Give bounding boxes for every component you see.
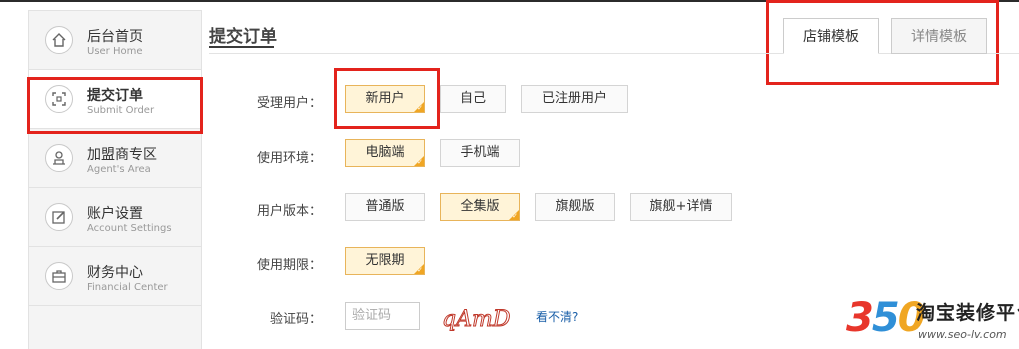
refresh-captcha-link[interactable]: 看不清? — [536, 308, 578, 325]
sidebar-item-sublabel: User Home — [87, 46, 143, 57]
option-full[interactable]: 全集版 ✓ — [440, 193, 520, 221]
captcha-input[interactable]: 验证码 — [345, 302, 420, 330]
sidebar-item-label: 财务中心 — [87, 265, 143, 281]
page-title: 提交订单 — [209, 27, 277, 47]
user-label: 受理用户： — [256, 96, 322, 111]
watermark-number: 350 — [846, 295, 926, 341]
check-icon: ✓ — [417, 158, 423, 166]
option-unlimited[interactable]: 无限期 ✓ — [345, 247, 425, 275]
sidebar-item-sublabel: Financial Center — [87, 282, 168, 293]
check-icon: ✓ — [417, 104, 423, 112]
option-flagship[interactable]: 旗舰版 — [535, 193, 615, 221]
watermark-url: www.seo-lv.com — [918, 328, 1007, 341]
period-label: 使用期限： — [256, 258, 322, 273]
captcha-text: qAmD — [442, 307, 511, 332]
sidebar-item-label: 后台首页 — [87, 29, 143, 45]
title-underline — [209, 46, 274, 48]
sidebar-item-label: 加盟商专区 — [87, 147, 157, 163]
tab-detail-template[interactable]: 详情模板 — [891, 18, 987, 54]
option-new-user[interactable]: 新用户 ✓ — [345, 85, 425, 113]
watermark-logo: 350 淘宝装修平台 www.seo-lv.com — [846, 290, 1019, 348]
option-mobile[interactable]: 手机端 — [440, 139, 520, 167]
sidebar: 后台首页 User Home 提交订单 Submit Order 加盟商专区 A… — [28, 10, 202, 349]
env-label: 使用环境： — [256, 151, 322, 166]
agent-icon — [45, 144, 73, 172]
option-flagship-detail[interactable]: 旗舰+详情 — [630, 193, 732, 221]
captcha-image[interactable]: qAmD — [440, 302, 518, 333]
sidebar-item-financial-center[interactable]: 财务中心 Financial Center — [29, 247, 201, 306]
tab-shop-template[interactable]: 店铺模板 — [783, 18, 879, 54]
check-icon: ✓ — [512, 212, 518, 220]
option-standard[interactable]: 普通版 — [345, 193, 425, 221]
watermark-brand: 淘宝装修平台 — [916, 302, 1019, 324]
sidebar-item-sublabel: Agent's Area — [87, 164, 151, 175]
option-self[interactable]: 自己 — [440, 85, 506, 113]
highlight-box-sidebar — [27, 77, 203, 134]
sidebar-item-account-settings[interactable]: 账户设置 Account Settings — [29, 188, 201, 247]
version-label: 用户版本： — [256, 204, 322, 219]
sidebar-item-label: 账户设置 — [87, 206, 143, 222]
sidebar-item-home[interactable]: 后台首页 User Home — [29, 11, 201, 70]
captcha-label: 验证码： — [269, 312, 322, 327]
option-pc[interactable]: 电脑端 ✓ — [345, 139, 425, 167]
option-registered-user[interactable]: 已注册用户 — [521, 85, 628, 113]
edit-icon — [45, 203, 73, 231]
briefcase-icon — [45, 262, 73, 290]
sidebar-item-sublabel: Account Settings — [87, 223, 172, 234]
sidebar-item-agent-area[interactable]: 加盟商专区 Agent's Area — [29, 129, 201, 188]
check-icon: ✓ — [417, 266, 423, 274]
home-icon — [45, 26, 73, 54]
